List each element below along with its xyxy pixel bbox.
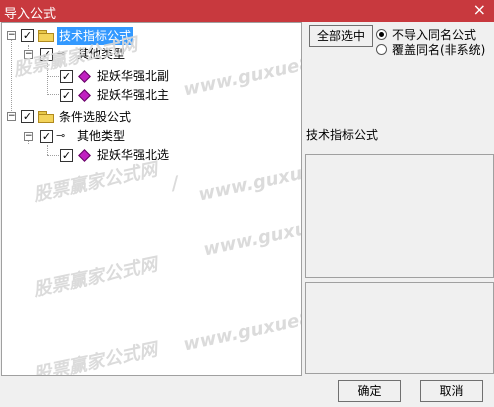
tree-node-label: 其他类型 <box>77 47 126 61</box>
checkbox[interactable]: ✓ <box>40 48 53 61</box>
watermark: / <box>169 172 181 195</box>
tree-node-label: 捉妖华强北选 <box>97 148 170 162</box>
tree-node-label: 捉妖华强北副 <box>97 69 170 83</box>
checkbox[interactable]: ✓ <box>40 130 53 143</box>
tree-node-label: 技术指标公式 <box>57 27 134 45</box>
tree-node-technical[interactable]: − ✓ 技术指标公式 <box>2 27 301 45</box>
checkbox[interactable]: ✓ <box>60 149 73 162</box>
dialog-footer: 确定 取消 <box>0 376 494 407</box>
options-panel: 全部选中 不导入同名公式 覆盖同名(非系统) 技术指标公式 <box>303 22 494 376</box>
checkbox[interactable]: ✓ <box>60 70 73 83</box>
checkbox[interactable]: ✓ <box>21 110 34 123</box>
watermark: www.guxue8.cn <box>201 206 302 261</box>
radio-no-import-same-name[interactable] <box>376 29 387 40</box>
tree-node-formula[interactable]: ✓ 捉妖华强北选 <box>2 146 301 164</box>
key-icon: ⊸ <box>56 47 66 60</box>
ok-button[interactable]: 确定 <box>338 380 401 402</box>
folder-icon <box>38 111 54 123</box>
formula-icon <box>78 89 91 102</box>
tree-node-other-type[interactable]: − ✓ ⊸ 其他类型 <box>2 127 301 145</box>
close-icon[interactable]: × <box>473 1 486 19</box>
tree-node-other-type[interactable]: − ✓ ⊸ 其他类型 <box>2 45 301 63</box>
formula-tree[interactable]: − ✓ 技术指标公式 − ✓ ⊸ 其他类型 ✓ 捉妖华强北副 ✓ 捉妖华强北主 … <box>1 22 302 376</box>
collapse-icon[interactable]: − <box>7 112 16 121</box>
folder-icon <box>38 30 54 42</box>
formula-icon <box>78 149 91 162</box>
checkbox[interactable]: ✓ <box>21 29 34 42</box>
description-box <box>305 154 494 278</box>
key-icon: ⊸ <box>56 129 66 142</box>
cancel-button[interactable]: 取消 <box>420 380 483 402</box>
radio-overwrite-same-name[interactable] <box>376 44 387 55</box>
info-title: 技术指标公式 <box>306 128 379 142</box>
tree-node-label: 捉妖华强北主 <box>97 88 170 102</box>
watermark: 股票赢家公式网 <box>31 339 160 376</box>
tree-node-label: 条件选股公式 <box>59 110 132 124</box>
radio-label: 覆盖同名(非系统) <box>392 43 486 57</box>
window-title: 导入公式 <box>4 7 57 22</box>
formula-icon <box>78 70 91 83</box>
collapse-icon[interactable]: − <box>7 31 16 40</box>
tree-node-formula[interactable]: ✓ 捉妖华强北副 <box>2 67 301 85</box>
title-bar: 导入公式 × <box>0 0 494 22</box>
tree-node-condition[interactable]: − ✓ 条件选股公式 <box>2 108 301 126</box>
tree-node-label: 其他类型 <box>77 129 126 143</box>
detail-box <box>305 282 494 374</box>
collapse-icon[interactable]: − <box>24 132 33 141</box>
select-all-button[interactable]: 全部选中 <box>309 25 373 47</box>
tree-node-formula[interactable]: ✓ 捉妖华强北主 <box>2 86 301 104</box>
watermark: www.guxue8.cn <box>181 301 302 356</box>
watermark: 股票赢家公式网 <box>31 254 160 301</box>
collapse-icon[interactable]: − <box>24 50 33 59</box>
checkbox[interactable]: ✓ <box>60 89 73 102</box>
